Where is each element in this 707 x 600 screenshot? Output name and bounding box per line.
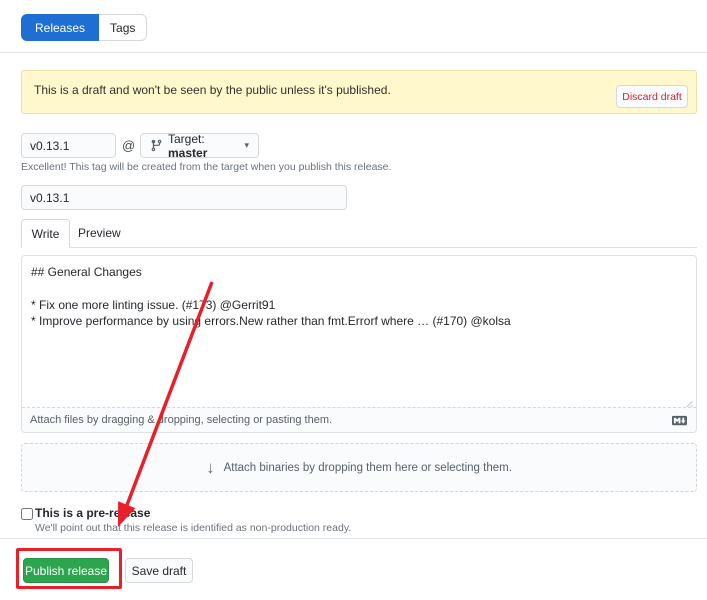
at-symbol: @ bbox=[122, 138, 135, 153]
tab-preview[interactable]: Preview bbox=[78, 226, 121, 240]
tag-name-input[interactable] bbox=[21, 133, 116, 158]
target-branch-dropdown[interactable]: Target: master ▾ bbox=[140, 133, 259, 158]
draft-banner-message: This is a draft and won't be seen by the… bbox=[34, 83, 391, 97]
release-title-input[interactable] bbox=[21, 185, 347, 210]
tab-tags[interactable]: Tags bbox=[99, 14, 147, 41]
header-divider bbox=[0, 52, 707, 53]
discard-draft-button[interactable]: Discard draft bbox=[616, 85, 688, 108]
tag-helper-text: Excellent! This tag will be created from… bbox=[21, 161, 391, 173]
actions-divider bbox=[0, 538, 707, 539]
target-label: Target: master bbox=[168, 132, 237, 160]
arrow-down-icon: ↓ bbox=[206, 459, 215, 476]
editor-footer[interactable]: Attach files by dragging & dropping, sel… bbox=[22, 407, 696, 432]
attach-binaries-hint: Attach binaries by dropping them here or… bbox=[224, 462, 512, 474]
tab-releases[interactable]: Releases bbox=[21, 14, 99, 41]
prerelease-label: This is a pre-release bbox=[35, 506, 150, 520]
target-branch-name: master bbox=[168, 146, 207, 160]
save-draft-button[interactable]: Save draft bbox=[125, 558, 193, 583]
attach-files-hint: Attach files by dragging & dropping, sel… bbox=[30, 414, 332, 426]
releases-tags-switch: Releases Tags bbox=[21, 14, 147, 41]
publish-release-button[interactable]: Publish release bbox=[23, 558, 109, 583]
git-branch-icon bbox=[150, 139, 163, 152]
release-body-textarea[interactable]: ## General Changes * Fix one more lintin… bbox=[22, 256, 696, 409]
tab-write[interactable]: Write bbox=[21, 219, 70, 248]
caret-down-icon: ▾ bbox=[244, 140, 249, 151]
markdown-icon bbox=[671, 413, 688, 428]
tabnav-border bbox=[21, 247, 697, 248]
prerelease-help-text: We'll point out that this release is ide… bbox=[35, 522, 351, 534]
release-description-editor: ## General Changes * Fix one more lintin… bbox=[21, 255, 697, 433]
draft-banner: This is a draft and won't be seen by the… bbox=[21, 70, 697, 114]
attach-binaries-dropzone[interactable]: ↓ Attach binaries by dropping them here … bbox=[21, 443, 697, 492]
prerelease-checkbox[interactable] bbox=[21, 508, 33, 520]
